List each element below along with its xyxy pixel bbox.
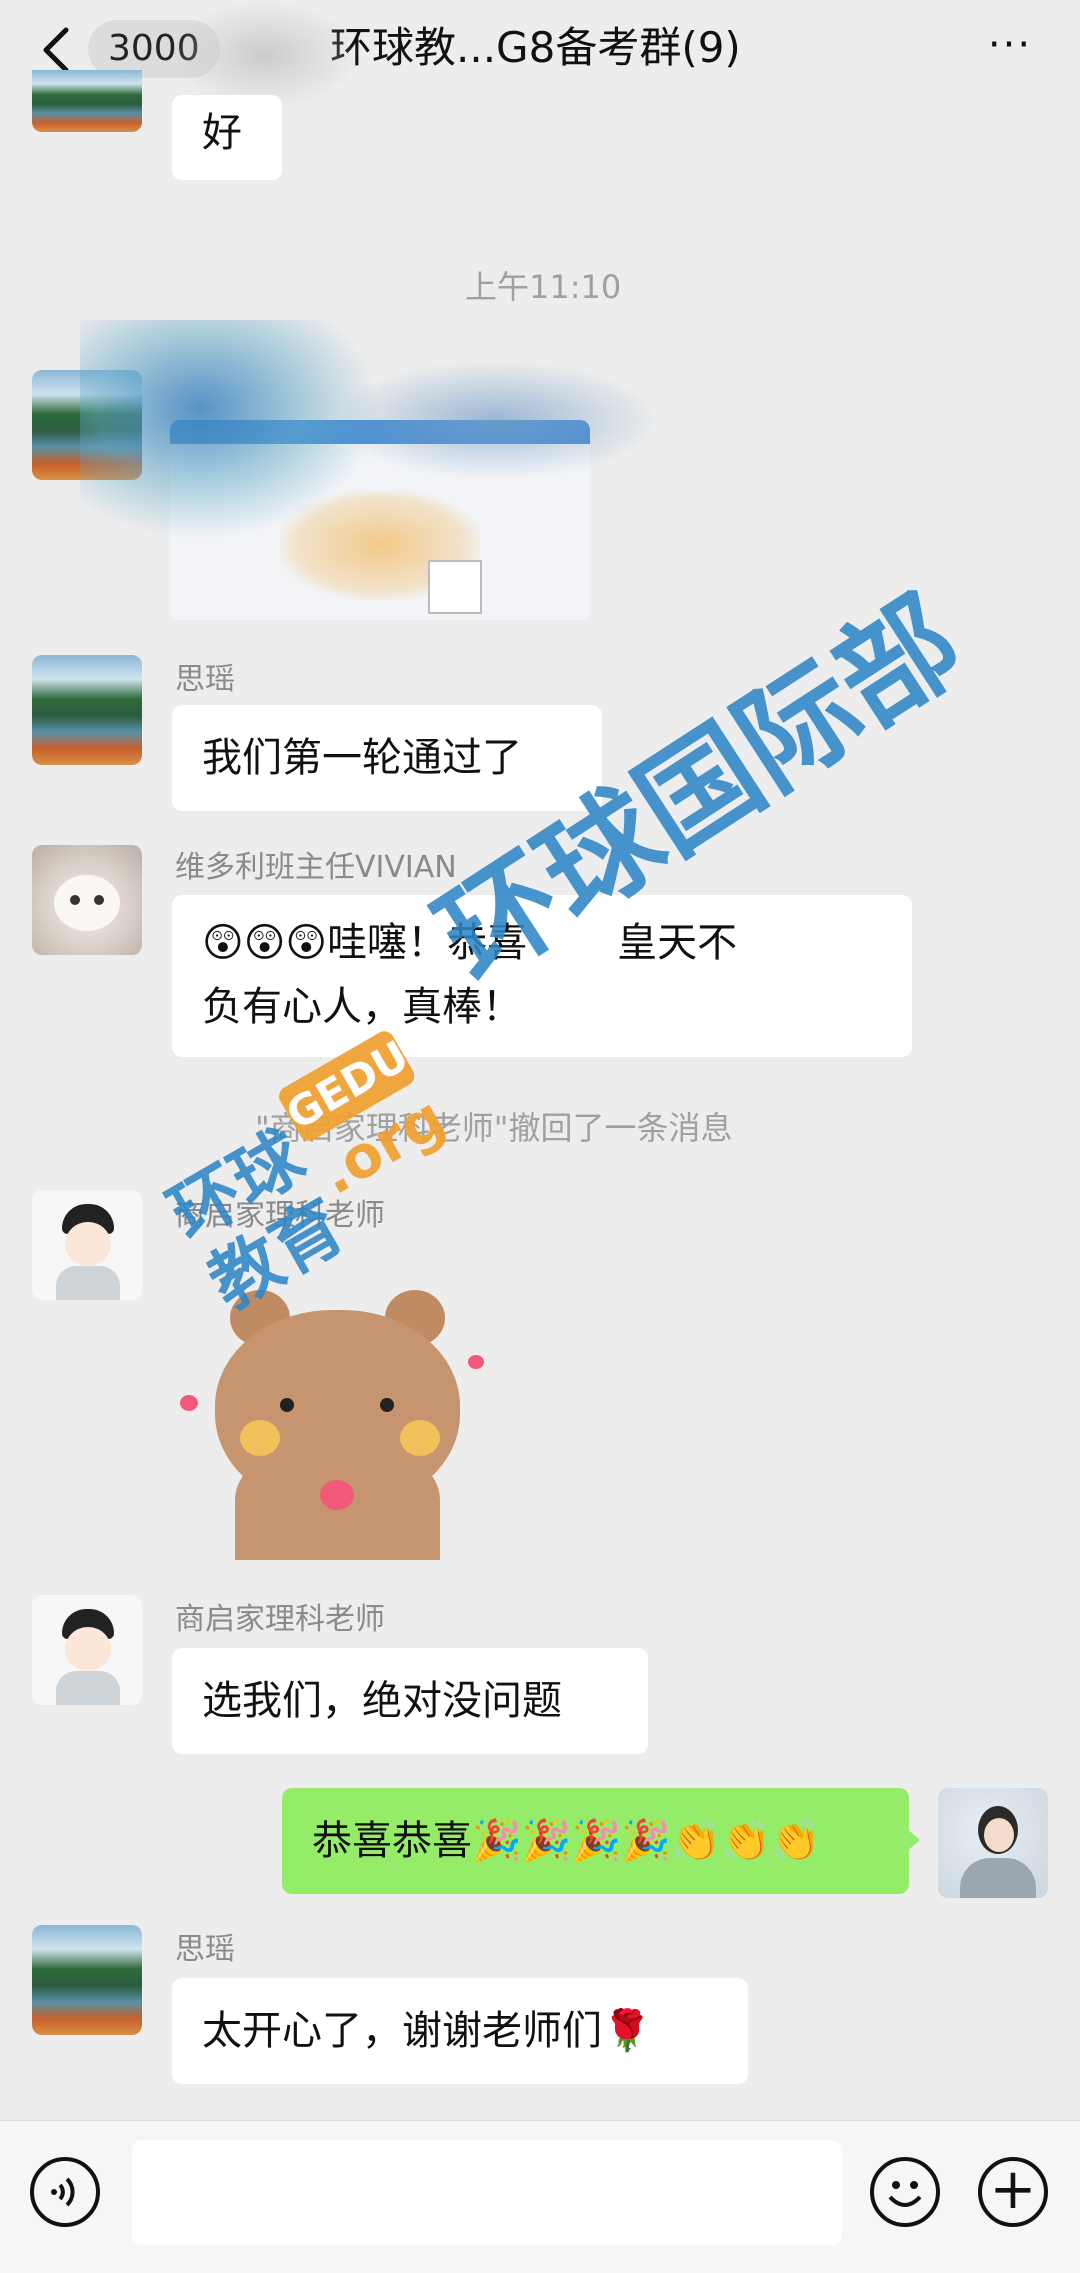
message-bubble[interactable]: 选我们，绝对没问题 (172, 1648, 648, 1754)
avatar-teacher-shang[interactable] (32, 1190, 142, 1300)
avatar-siyao[interactable] (32, 1925, 142, 2035)
girl-body (960, 1858, 1036, 1898)
message-bubble[interactable]: 好 (172, 95, 282, 180)
heart-small-left (180, 1395, 198, 1411)
bear-cheek-right (400, 1420, 440, 1456)
cat-eye-right (94, 895, 104, 905)
sender-name: 商启家理科老师 (175, 1602, 385, 1637)
avatar-siyao[interactable] (32, 655, 142, 765)
bear-body (235, 1460, 440, 1560)
emoji-icon[interactable] (870, 2157, 940, 2227)
bear-cheek-left (240, 1420, 280, 1456)
plus-icon[interactable]: + (978, 2157, 1048, 2227)
my-message-bubble[interactable]: 恭喜恭喜🎉🎉🎉🎉👏👏👏 (282, 1788, 909, 1894)
title-smudge (170, 0, 360, 110)
boy-body (56, 1671, 120, 1705)
qr-thumbnail-icon (428, 560, 482, 614)
boy-face (65, 1627, 111, 1671)
voice-icon[interactable] (30, 2157, 100, 2227)
my-avatar[interactable] (938, 1788, 1048, 1898)
timestamp: 上午11:10 (465, 268, 622, 306)
bear-heart (320, 1480, 354, 1510)
boy-face (65, 1222, 111, 1266)
avatar-siyao[interactable] (32, 70, 142, 132)
bear-sticker[interactable] (180, 1270, 500, 1560)
avatar-teacher-shang[interactable] (32, 1595, 142, 1705)
boy-body (56, 1266, 120, 1300)
message-line-end: 皇天不 (617, 920, 738, 966)
heart-small-right (468, 1355, 484, 1369)
paint-smear-light (330, 360, 660, 480)
sender-name: 思瑶 (175, 662, 235, 697)
sender-name: 思瑶 (175, 1932, 235, 1967)
cat-face (54, 875, 120, 931)
message-bubble[interactable]: 太开心了，谢谢老师们🌹 (172, 1978, 748, 2084)
avatar-vivian[interactable] (32, 845, 142, 955)
message-input[interactable] (132, 2140, 842, 2245)
bear-eye-left (280, 1398, 294, 1412)
more-dots-icon[interactable]: ··· (975, 20, 1045, 80)
cat-eye-left (70, 895, 80, 905)
bear-eye-right (380, 1398, 394, 1412)
my-bubble-tail (906, 1828, 920, 1852)
group-title: 环球教...G8备考群(9) (330, 23, 741, 72)
girl-face (984, 1818, 1014, 1852)
